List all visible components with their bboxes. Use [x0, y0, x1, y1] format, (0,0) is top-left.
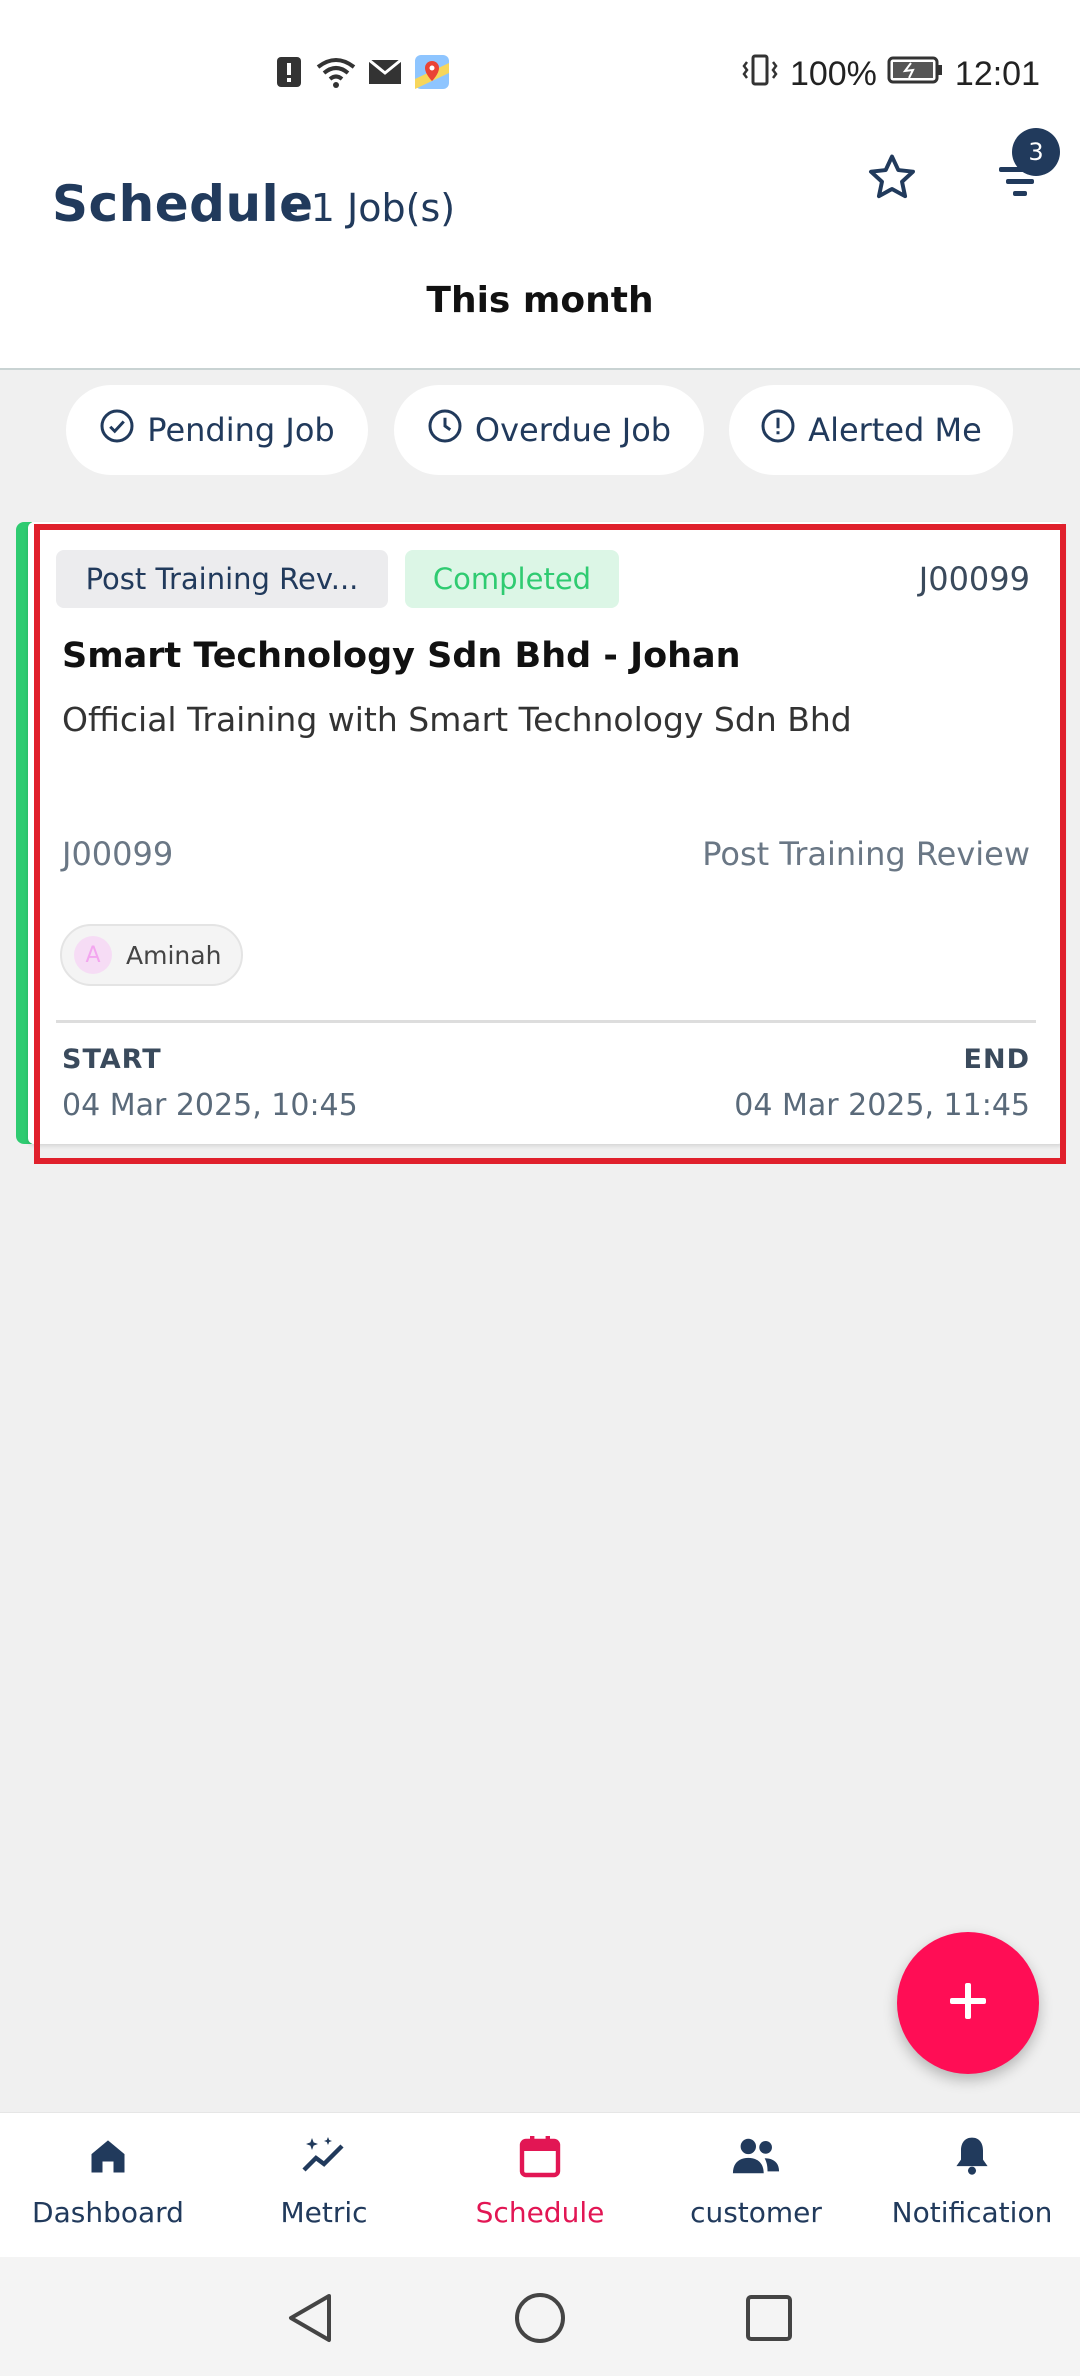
filter-chip-label: Alerted Me — [808, 411, 982, 449]
recents-button[interactable] — [734, 2285, 804, 2355]
nav-metric[interactable]: Metric — [216, 2128, 432, 2248]
home-icon — [80, 2128, 136, 2184]
nav-dashboard[interactable]: Dashboard — [0, 2128, 216, 2248]
job-count: - 1 Job(s) — [285, 186, 456, 230]
nav-schedule[interactable]: Schedule — [432, 2128, 648, 2248]
alert-icon — [275, 55, 305, 93]
plus-icon — [946, 1979, 990, 2027]
filter-chip-label: Pending Job — [147, 411, 335, 449]
filter-chip-overdue[interactable]: Overdue Job — [394, 385, 704, 475]
nav-label: customer — [690, 2196, 822, 2229]
battery-percent: 100% — [789, 54, 877, 93]
filter-chip-label: Overdue Job — [474, 411, 672, 449]
mail-icon — [367, 57, 403, 91]
add-job-button[interactable] — [897, 1932, 1039, 2074]
vibrate-icon — [740, 53, 780, 96]
sparkle-chart-icon — [296, 2128, 352, 2184]
nav-label: Dashboard — [32, 2196, 184, 2229]
alert-circle-icon — [760, 408, 796, 452]
filter-chip-pending[interactable]: Pending Job — [66, 385, 368, 475]
check-circle-icon — [99, 408, 135, 452]
nav-label: Metric — [280, 2196, 368, 2229]
home-circle-icon — [512, 2290, 568, 2350]
back-triangle-icon — [283, 2290, 337, 2350]
clock-time: 12:01 — [954, 54, 1040, 93]
recents-square-icon — [743, 2292, 795, 2348]
status-icons-left — [275, 52, 451, 96]
favorite-button[interactable] — [860, 148, 924, 212]
people-icon — [728, 2128, 784, 2184]
calendar-icon — [512, 2128, 568, 2184]
clock-icon — [427, 408, 463, 452]
wifi-icon — [315, 55, 357, 93]
nav-notification[interactable]: Notification — [864, 2128, 1080, 2248]
battery-icon — [887, 55, 945, 94]
nav-label: Notification — [891, 2196, 1053, 2229]
period-selector[interactable]: This month — [0, 280, 1080, 321]
filter-count-badge: 3 — [1012, 128, 1060, 176]
nav-label: Schedule — [475, 2196, 605, 2229]
star-icon — [864, 150, 920, 210]
bell-icon — [944, 2128, 1000, 2184]
selection-highlight — [34, 524, 1066, 1164]
page-title: Schedule — [52, 175, 314, 233]
filter-chip-alerted[interactable]: Alerted Me — [729, 385, 1013, 475]
maps-icon — [413, 53, 451, 95]
status-icons-right: 100% 12:01 — [740, 52, 1040, 96]
back-button[interactable] — [275, 2285, 345, 2355]
nav-customer[interactable]: customer — [648, 2128, 864, 2248]
home-button[interactable] — [505, 2285, 575, 2355]
